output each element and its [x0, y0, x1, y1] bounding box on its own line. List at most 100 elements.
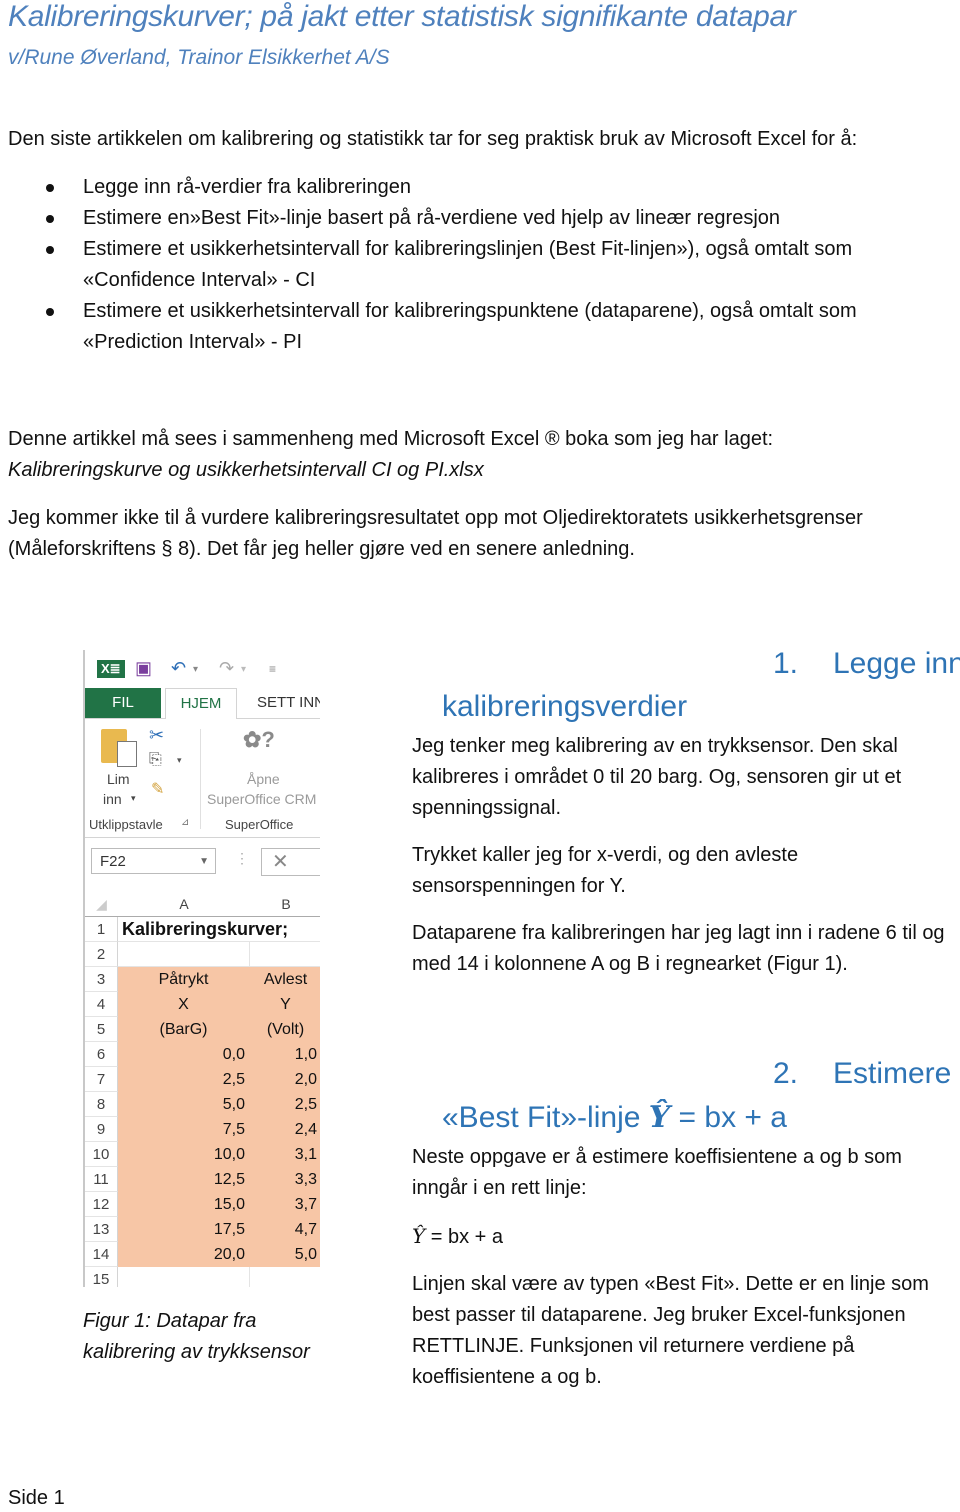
cancel-icon[interactable]: ✕ — [261, 848, 320, 876]
cell-b10[interactable]: 3,1 — [250, 1142, 320, 1167]
tab-sett-inn[interactable]: SETT INN — [251, 688, 320, 718]
dialog-launcher-icon[interactable]: ⊿ — [181, 817, 189, 828]
section2-paragraph: Neste oppgave er å estimere koeffisiente… — [412, 1146, 902, 1199]
row-header[interactable]: 2 — [85, 942, 118, 967]
paste-dropdown-icon[interactable]: ▾ — [131, 793, 136, 804]
cell-b8[interactable]: 2,5 — [250, 1092, 320, 1117]
cell-a15[interactable] — [118, 1267, 250, 1287]
row-header[interactable]: 10 — [85, 1142, 118, 1167]
row-header[interactable]: 12 — [85, 1192, 118, 1217]
cell-b5[interactable]: (Volt) — [250, 1017, 320, 1042]
cell-a6[interactable]: 0,0 — [118, 1042, 250, 1067]
cell-a12[interactable]: 15,0 — [118, 1192, 250, 1217]
table-row: 1 Kalibreringskurver; — [85, 917, 320, 942]
quick-access-toolbar: X≣ ▣ ↶ ▾ ↷ ▾ ≡ — [85, 650, 320, 688]
row-header[interactable]: 9 — [85, 1117, 118, 1142]
cell-b11[interactable]: 3,3 — [250, 1167, 320, 1192]
cut-icon[interactable]: ✂ — [149, 725, 164, 746]
row-header[interactable]: 13 — [85, 1217, 118, 1242]
redo-dropdown-icon[interactable]: ▾ — [241, 664, 246, 675]
table-row: 6 0,0 1,0 — [85, 1042, 320, 1067]
save-icon[interactable]: ▣ — [135, 658, 152, 679]
row-header[interactable]: 1 — [85, 917, 118, 942]
undo-dropdown-icon[interactable]: ▾ — [193, 664, 198, 675]
figure-caption: Figur 1: Datapar fra kalibrering av tryk… — [83, 1310, 310, 1363]
scope-paragraph: Jeg kommer ikke til å vurdere kalibrerin… — [8, 507, 863, 560]
cell-a2[interactable] — [118, 942, 250, 967]
row-header[interactable]: 3 — [85, 967, 118, 992]
cell-b7[interactable]: 2,0 — [250, 1067, 320, 1092]
cell-a4[interactable]: X — [118, 992, 250, 1017]
table-row: 5 (BarG) (Volt) — [85, 1017, 320, 1042]
cell-a3[interactable]: Påtrykt — [118, 967, 250, 992]
superoffice-icon: ✿? — [243, 727, 275, 752]
undo-icon[interactable]: ↶ — [171, 658, 186, 679]
cell-a5[interactable]: (BarG) — [118, 1017, 250, 1042]
cell-b2[interactable] — [250, 942, 320, 967]
row-header[interactable]: 4 — [85, 992, 118, 1017]
column-header-a[interactable]: A — [118, 892, 250, 917]
excel-screenshot: X≣ ▣ ↶ ▾ ↷ ▾ ≡ FIL HJEM SETT INN Lim inn… — [83, 650, 320, 1287]
y-hat-symbol: Ŷ — [412, 1224, 426, 1248]
format-painter-icon[interactable]: ✎ — [151, 779, 164, 799]
cell-b3[interactable]: Avlest — [250, 967, 320, 992]
row-header[interactable]: 15 — [85, 1267, 118, 1287]
table-row: 8 5,0 2,5 — [85, 1092, 320, 1117]
list-item: Estimere en»Best Fit»-linje basert på rå… — [0, 203, 950, 234]
objective-list: Legge inn rå-verdier fra kalibreringen E… — [0, 172, 950, 358]
row-header[interactable]: 11 — [85, 1167, 118, 1192]
cell-a10[interactable]: 10,0 — [118, 1142, 250, 1167]
formula-bar-grip[interactable]: ⋮ — [235, 850, 249, 867]
name-box[interactable]: F22 ▼ — [91, 848, 216, 874]
section2-number: 2. — [773, 1057, 799, 1090]
list-item: Estimere et usikkerhetsintervall for kal… — [0, 296, 950, 358]
cell-b15[interactable] — [250, 1267, 320, 1287]
section2-paragraph: Linjen skal være av typen «Best Fit». De… — [412, 1273, 929, 1388]
cell-a14[interactable]: 20,0 — [118, 1242, 250, 1267]
workbook-filename: Kalibreringskurve og usikkerhetsinterval… — [8, 459, 484, 481]
regression-formula: Ŷ = bx + a — [412, 1224, 504, 1248]
redo-icon[interactable]: ↷ — [219, 658, 234, 679]
section2-heading-continued: «Best Fit»-linje Ŷ = bx + a — [442, 1100, 787, 1135]
row-header[interactable]: 7 — [85, 1067, 118, 1092]
table-row: 10 10,0 3,1 — [85, 1142, 320, 1167]
cell-b9[interactable]: 2,4 — [250, 1117, 320, 1142]
section1-heading-continued: kalibreringsverdier — [442, 690, 688, 723]
row-header[interactable]: 5 — [85, 1017, 118, 1042]
tab-hjem[interactable]: HJEM — [165, 688, 237, 720]
cell-a8[interactable]: 5,0 — [118, 1092, 250, 1117]
formula-bar: F22 ▼ ⋮ ✕ — [85, 840, 320, 880]
row-header[interactable]: 8 — [85, 1092, 118, 1117]
cell-a7[interactable]: 2,5 — [118, 1067, 250, 1092]
row-header[interactable]: 6 — [85, 1042, 118, 1067]
select-all-corner[interactable]: ◢ — [85, 892, 118, 917]
name-box-dropdown-icon[interactable]: ▼ — [199, 849, 209, 875]
table-row: 13 17,5 4,7 — [85, 1217, 320, 1242]
cell-b12[interactable]: 3,7 — [250, 1192, 320, 1217]
page-number: Side 1 — [8, 1487, 65, 1509]
cell-b13[interactable]: 4,7 — [250, 1217, 320, 1242]
copy-icon[interactable]: ⎘ — [149, 751, 162, 769]
table-row: 15 — [85, 1267, 320, 1287]
cell-a11[interactable]: 12,5 — [118, 1167, 250, 1192]
cell-b14[interactable]: 5,0 — [250, 1242, 320, 1267]
clipboard-group-label: Utklippstavle — [89, 817, 163, 832]
cell-a9[interactable]: 7,5 — [118, 1117, 250, 1142]
cell-b4[interactable]: Y — [250, 992, 320, 1017]
bullet-icon — [46, 246, 54, 254]
bullet-icon — [46, 215, 54, 223]
cell-a1[interactable]: Kalibreringskurver; — [118, 917, 288, 942]
cell-a13[interactable]: 17,5 — [118, 1217, 250, 1242]
tab-fil[interactable]: FIL — [85, 688, 161, 718]
customize-toolbar-icon[interactable]: ≡ — [269, 662, 276, 676]
list-item: Legge inn rå-verdier fra kalibreringen — [0, 172, 950, 203]
cell-b6[interactable]: 1,0 — [250, 1042, 320, 1067]
column-header-b[interactable]: B — [250, 892, 320, 917]
copy-dropdown-icon[interactable]: ▾ — [177, 755, 182, 766]
table-row: 2 — [85, 942, 320, 967]
row-header[interactable]: 14 — [85, 1242, 118, 1267]
section1-number: 1. — [773, 647, 799, 680]
section2-heading: Estimere — [833, 1057, 952, 1090]
bullet-icon — [46, 308, 54, 316]
table-row: 14 20,0 5,0 — [85, 1242, 320, 1267]
